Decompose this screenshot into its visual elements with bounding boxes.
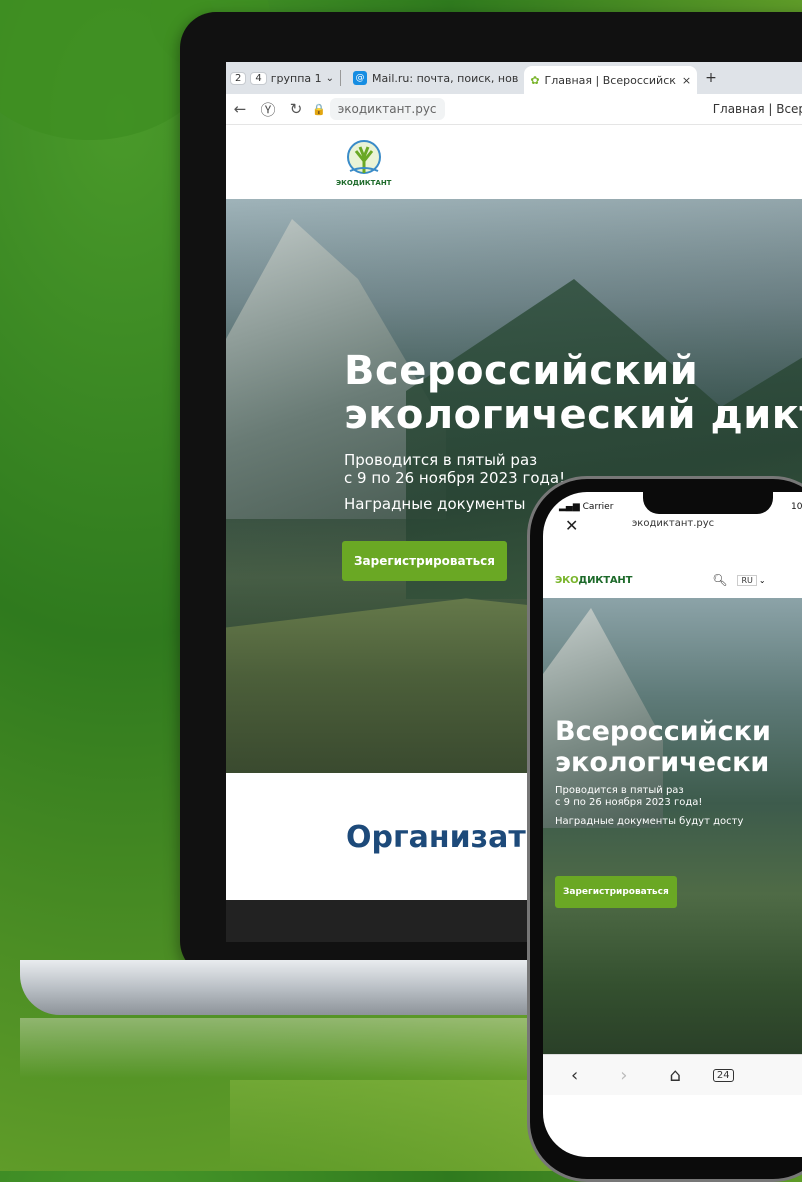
phone-hero-subtitle: Проводится в пятый раз с 9 по 26 ноября … — [555, 785, 702, 809]
hero-sub-line: с 9 по 26 ноября 2023 года! — [555, 797, 703, 808]
page-title: Главная | Всерос — [712, 102, 802, 116]
logo-text: ЭКОДИКТАНТ — [336, 178, 392, 187]
hero-title-line: экологический дикта — [344, 392, 802, 438]
hero-subtitle: Проводится в пятый раз с 9 по 26 ноября … — [344, 451, 565, 487]
carrier-label: Carrier — [582, 502, 614, 512]
language-select[interactable]: RU — [737, 574, 757, 586]
site-header: ЭКОДИКТАНТ — [226, 125, 802, 200]
search-icon[interactable]: 🔍︎ — [712, 573, 727, 587]
phone-logo[interactable]: ЭКОДИКТАНТ — [555, 575, 632, 586]
tab-label: Главная | Всероссийск — [544, 73, 676, 87]
chevron-down-icon[interactable]: ⌄ — [326, 73, 334, 84]
reload-icon[interactable]: ↻ — [282, 100, 310, 118]
site-logo[interactable]: ЭКОДИКТАНТ — [336, 139, 391, 187]
phone-notch — [643, 492, 773, 514]
forward-icon[interactable]: › — [620, 1065, 627, 1086]
yandex-icon[interactable]: Ⓨ — [254, 99, 282, 120]
register-button[interactable]: Зарегистрироваться — [342, 541, 507, 581]
hero-sub-line: Проводится в пятый раз — [555, 785, 684, 796]
back-icon[interactable]: ← — [226, 100, 254, 118]
hero-title-line: экологически — [555, 747, 770, 778]
organizers-title: Организат — [346, 820, 526, 855]
phone-site-header: ЭКОДИКТАНТ 🔍︎ RU ⌄ — [543, 562, 802, 599]
mail-icon: @ — [353, 71, 368, 85]
hero-awards-text: Наградные документы — [344, 495, 526, 513]
tab-label: Mail.ru: почта, поиск, нов — [372, 71, 519, 85]
logo-suffix: ДИКТАНТ — [578, 574, 633, 586]
tab-count-badge[interactable]: 2 — [230, 71, 247, 85]
hero-title-line: Всероссийски — [555, 716, 771, 747]
hero-sub-line: с 9 по 26 ноября 2023 года! — [344, 469, 566, 487]
close-icon[interactable]: × — [682, 74, 691, 87]
signal-icon: ▂▄▆ — [559, 502, 580, 512]
status-carrier: ▂▄▆ Carrier — [559, 502, 613, 512]
phone-awards-text: Наградные документы будут досту — [555, 816, 744, 827]
tab-eco[interactable]: ✿ Главная | Всероссийск × — [524, 66, 698, 94]
tree-logo-icon — [346, 139, 381, 174]
url-field[interactable]: экодиктант.рус — [329, 98, 445, 120]
tab-group-label[interactable]: группа 1 — [271, 72, 322, 85]
phone-screen: ▂▄▆ Carrier 100 ✕ экодиктант.рус ЭКОДИКТ… — [543, 492, 802, 1157]
phone-register-button[interactable]: Зарегистрироваться — [555, 876, 677, 908]
logo-prefix: ЭКО — [555, 574, 579, 586]
phone-hero: Всероссийски экологически Проводится в п… — [543, 598, 802, 1054]
tab-mail[interactable]: @ Mail.ru: почта, поиск, нов — [347, 66, 524, 90]
hero-title-line: Всероссийский — [344, 348, 699, 394]
status-battery: 100 — [791, 502, 802, 512]
tabs-button[interactable]: 24 — [712, 1068, 734, 1082]
new-tab-icon[interactable]: + — [705, 70, 717, 86]
phone-url[interactable]: экодиктант.рус — [543, 518, 802, 529]
tab-separator — [340, 70, 342, 86]
tree-icon: ✿ — [530, 73, 540, 87]
lock-icon: 🔒 — [312, 102, 326, 116]
home-icon[interactable]: ⌂ — [669, 1065, 680, 1086]
browser-urlbar: ← Ⓨ ↻ 🔒 экодиктант.рус Главная | Всерос — [226, 94, 802, 125]
hero-title: Всероссийский экологический дикта — [344, 349, 802, 437]
browser-tabbar: 2 4 группа 1 ⌄ @ Mail.ru: почта, поиск, … — [226, 62, 802, 94]
back-icon[interactable]: ‹ — [571, 1065, 578, 1086]
phone-browser-nav: ‹ › ⌂ 24 — [543, 1054, 802, 1095]
phone-hero-title: Всероссийски экологически — [555, 716, 771, 778]
hero-sub-line: Проводится в пятый раз — [344, 451, 538, 469]
chevron-down-icon[interactable]: ⌄ — [759, 576, 766, 585]
tab-group-count[interactable]: 4 — [250, 71, 267, 85]
